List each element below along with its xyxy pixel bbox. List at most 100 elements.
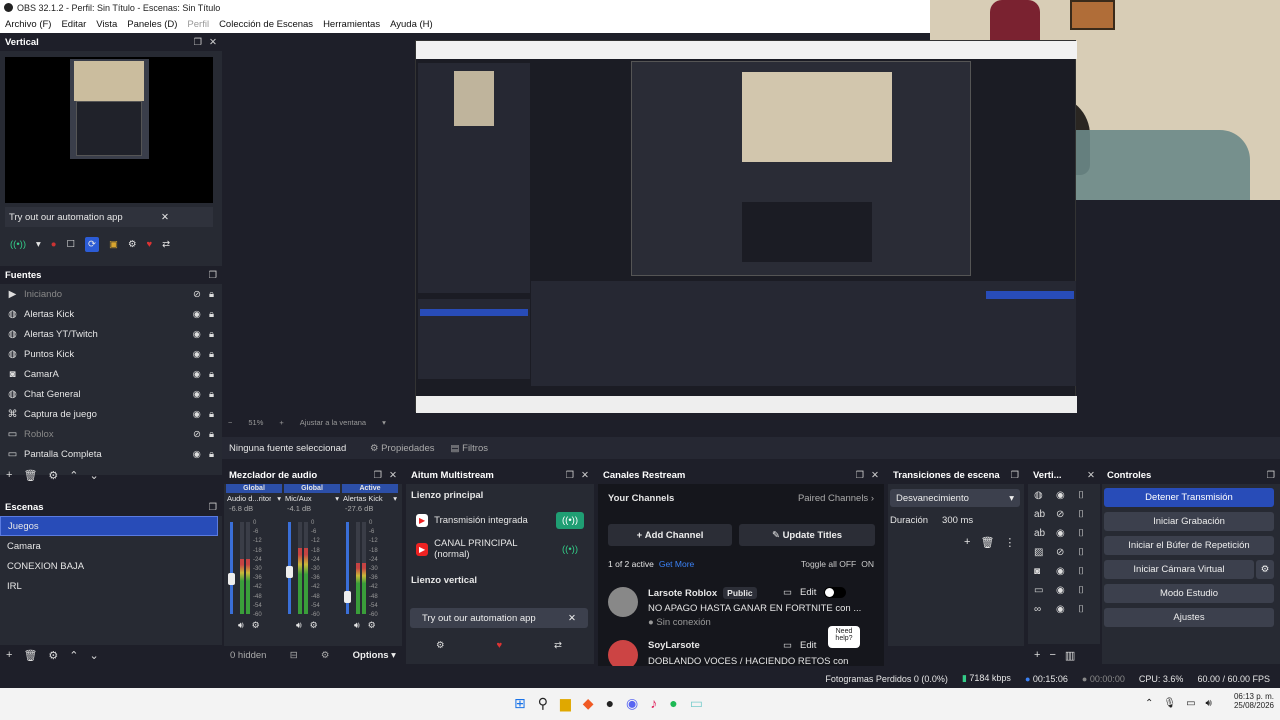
zoom-in-icon[interactable]: +: [279, 418, 283, 427]
close-icon[interactable]: ✕: [581, 470, 589, 481]
layout-icon[interactable]: ▥: [1065, 649, 1075, 662]
eye-icon[interactable]: ◉: [193, 409, 201, 420]
options-dropdown[interactable]: Options ▾: [353, 650, 396, 661]
start-recording-button[interactable]: Iniciar Grabación: [1104, 512, 1274, 531]
vertical-automation-text[interactable]: Try out our automation app: [9, 212, 123, 223]
paired-channels-link[interactable]: Paired Channels ›: [798, 493, 874, 504]
stream-icon[interactable]: ((•)): [10, 239, 26, 250]
brave-icon[interactable]: ◆: [583, 695, 594, 712]
channel-toggle[interactable]: [824, 587, 847, 598]
volume-fader[interactable]: [286, 522, 293, 614]
volume-fader[interactable]: [228, 522, 235, 614]
fader-handle[interactable]: [228, 572, 235, 585]
tiktok-icon[interactable]: ♪: [650, 695, 657, 712]
toggle-all-off[interactable]: Toggle all OFF: [801, 559, 856, 569]
filters-button[interactable]: ▤ Filtros: [451, 443, 489, 454]
lock-icon[interactable]: ⌷: [1078, 585, 1100, 596]
studio-mode-button[interactable]: Modo Estudio: [1104, 584, 1274, 603]
eye-icon[interactable]: ◉: [1056, 490, 1078, 501]
edit-channel-button[interactable]: Edit: [800, 587, 816, 598]
clock[interactable]: 06:13 p. m. 25/08/2026: [1222, 692, 1274, 710]
speaker-icon[interactable]: 🔊︎: [296, 620, 302, 631]
chevron-down-icon[interactable]: ▾: [36, 239, 41, 250]
eye-icon[interactable]: ◉: [193, 349, 201, 360]
remove-scene-icon[interactable]: 🗑︎: [23, 649, 37, 662]
menu-vista[interactable]: Vista: [91, 19, 122, 30]
remove-icon[interactable]: −: [1049, 649, 1055, 661]
scene-item-conexion-baja[interactable]: CONEXION BAJA: [0, 556, 222, 576]
record-icon[interactable]: ●: [51, 239, 57, 250]
start-virtual-camera-button[interactable]: Iniciar Cámara Virtual: [1104, 560, 1254, 579]
toggle-all-on[interactable]: ON: [861, 559, 874, 569]
source-props-icon[interactable]: ⚙: [48, 469, 58, 482]
close-icon[interactable]: ✕: [568, 613, 576, 624]
network-icon[interactable]: ▭: [1186, 698, 1195, 709]
eye-icon[interactable]: ◉: [1056, 566, 1078, 577]
stream-toggle-button[interactable]: ((•)): [556, 511, 584, 529]
track-settings-icon[interactable]: ⚙: [310, 620, 318, 631]
chevron-down-icon[interactable]: ▾: [277, 494, 281, 503]
menu-archivo[interactable]: Archivo (F): [0, 19, 56, 30]
edit-channel-button[interactable]: Edit: [800, 640, 816, 651]
aitum-automation-banner[interactable]: Try out our automation app ✕: [410, 608, 588, 628]
heart-icon[interactable]: ♥: [147, 239, 153, 250]
track-settings-icon[interactable]: ⚙: [252, 620, 260, 631]
source-item[interactable]: ▶ Iniciando ⊘ 🔒︎: [0, 284, 222, 304]
chevron-down-icon[interactable]: ▾: [393, 494, 397, 503]
lock-icon[interactable]: ⌷: [1078, 509, 1100, 520]
settings-icon[interactable]: ⚙: [128, 239, 137, 250]
track-settings-icon[interactable]: ⚙: [368, 620, 376, 631]
source-item[interactable]: ◍ Puntos Kick ◉ 🔒︎: [0, 344, 222, 364]
chat-icon[interactable]: ▭: [783, 587, 792, 598]
scene-item-camara[interactable]: Camara: [0, 536, 222, 556]
menu-perfil[interactable]: Perfil: [182, 19, 214, 30]
lock-icon[interactable]: 🔒︎: [209, 429, 214, 440]
source-item[interactable]: ◍ Alertas Kick ◉ 🔒︎: [0, 304, 222, 324]
chevron-up-icon[interactable]: ⌃: [1145, 698, 1153, 709]
heart-icon[interactable]: ♥: [496, 640, 502, 651]
float-icon[interactable]: ❐: [374, 470, 383, 481]
move-down-icon[interactable]: ⌄: [90, 469, 99, 482]
lock-icon[interactable]: 🔒︎: [209, 329, 214, 340]
settings-button[interactable]: Ajustes: [1104, 608, 1274, 627]
start-replay-buffer-button[interactable]: Iniciar el Búfer de Repetición: [1104, 536, 1274, 555]
properties-button[interactable]: ⚙ Propiedades: [370, 443, 435, 454]
vertical-automation-close-icon[interactable]: ✕: [161, 212, 169, 223]
lock-icon[interactable]: ⌷: [1078, 566, 1100, 577]
transition-select[interactable]: Desvanecimiento ▾: [890, 489, 1020, 507]
lock-icon[interactable]: ⌷: [1078, 547, 1100, 558]
volume-icon[interactable]: 🔊︎: [1206, 698, 1212, 709]
add-scene-icon[interactable]: +: [6, 649, 12, 661]
source-item[interactable]: ◍ Chat General ◉ 🔒︎: [0, 384, 222, 404]
source-item[interactable]: ⌘ Captura de juego ◉ 🔒︎: [0, 404, 222, 424]
virtual-camera-settings-icon[interactable]: ⚙: [1256, 560, 1274, 579]
zoom-out-icon[interactable]: −: [228, 418, 232, 427]
menu-coleccion[interactable]: Colección de Escenas: [214, 19, 318, 30]
eye-slash-icon[interactable]: ⊘: [193, 429, 201, 440]
eye-slash-icon[interactable]: ⊘: [1056, 509, 1078, 520]
fader-handle[interactable]: [344, 591, 351, 603]
need-help-button[interactable]: Need help?: [828, 626, 860, 648]
float-icon[interactable]: ❐: [1010, 470, 1019, 481]
more-icon[interactable]: ⋮: [1004, 536, 1015, 549]
source-item[interactable]: ▭ Pantalla Completa ◉ 🔒︎: [0, 444, 222, 464]
move-down-icon[interactable]: ⌄: [90, 649, 99, 662]
eye-icon[interactable]: ◉: [1056, 585, 1078, 596]
microphone-icon[interactable]: 🎙︎: [1163, 698, 1176, 709]
main-preview[interactable]: [415, 40, 1077, 413]
eye-icon[interactable]: ◉: [193, 309, 201, 320]
volume-fader[interactable]: [344, 522, 351, 614]
chevron-down-icon[interactable]: ▾: [382, 418, 386, 427]
source-item[interactable]: ▭ Roblox ⊘ 🔒︎: [0, 424, 222, 444]
chat-icon[interactable]: ▭: [783, 640, 792, 651]
discord-icon[interactable]: ◉: [626, 695, 638, 712]
spotify-icon[interactable]: ●: [669, 695, 677, 712]
lock-icon[interactable]: 🔒︎: [209, 409, 214, 420]
lock-icon[interactable]: 🔒︎: [209, 369, 214, 380]
share-icon[interactable]: ⇄: [554, 640, 562, 651]
settings-icon[interactable]: ⚙: [436, 640, 445, 651]
fit-to-window[interactable]: Ajustar a la ventana: [300, 418, 366, 427]
lock-icon[interactable]: 🔒︎: [209, 289, 214, 300]
windows-start-icon[interactable]: ⊞: [514, 695, 526, 712]
scene-filter-icon[interactable]: ⚙: [48, 649, 58, 662]
